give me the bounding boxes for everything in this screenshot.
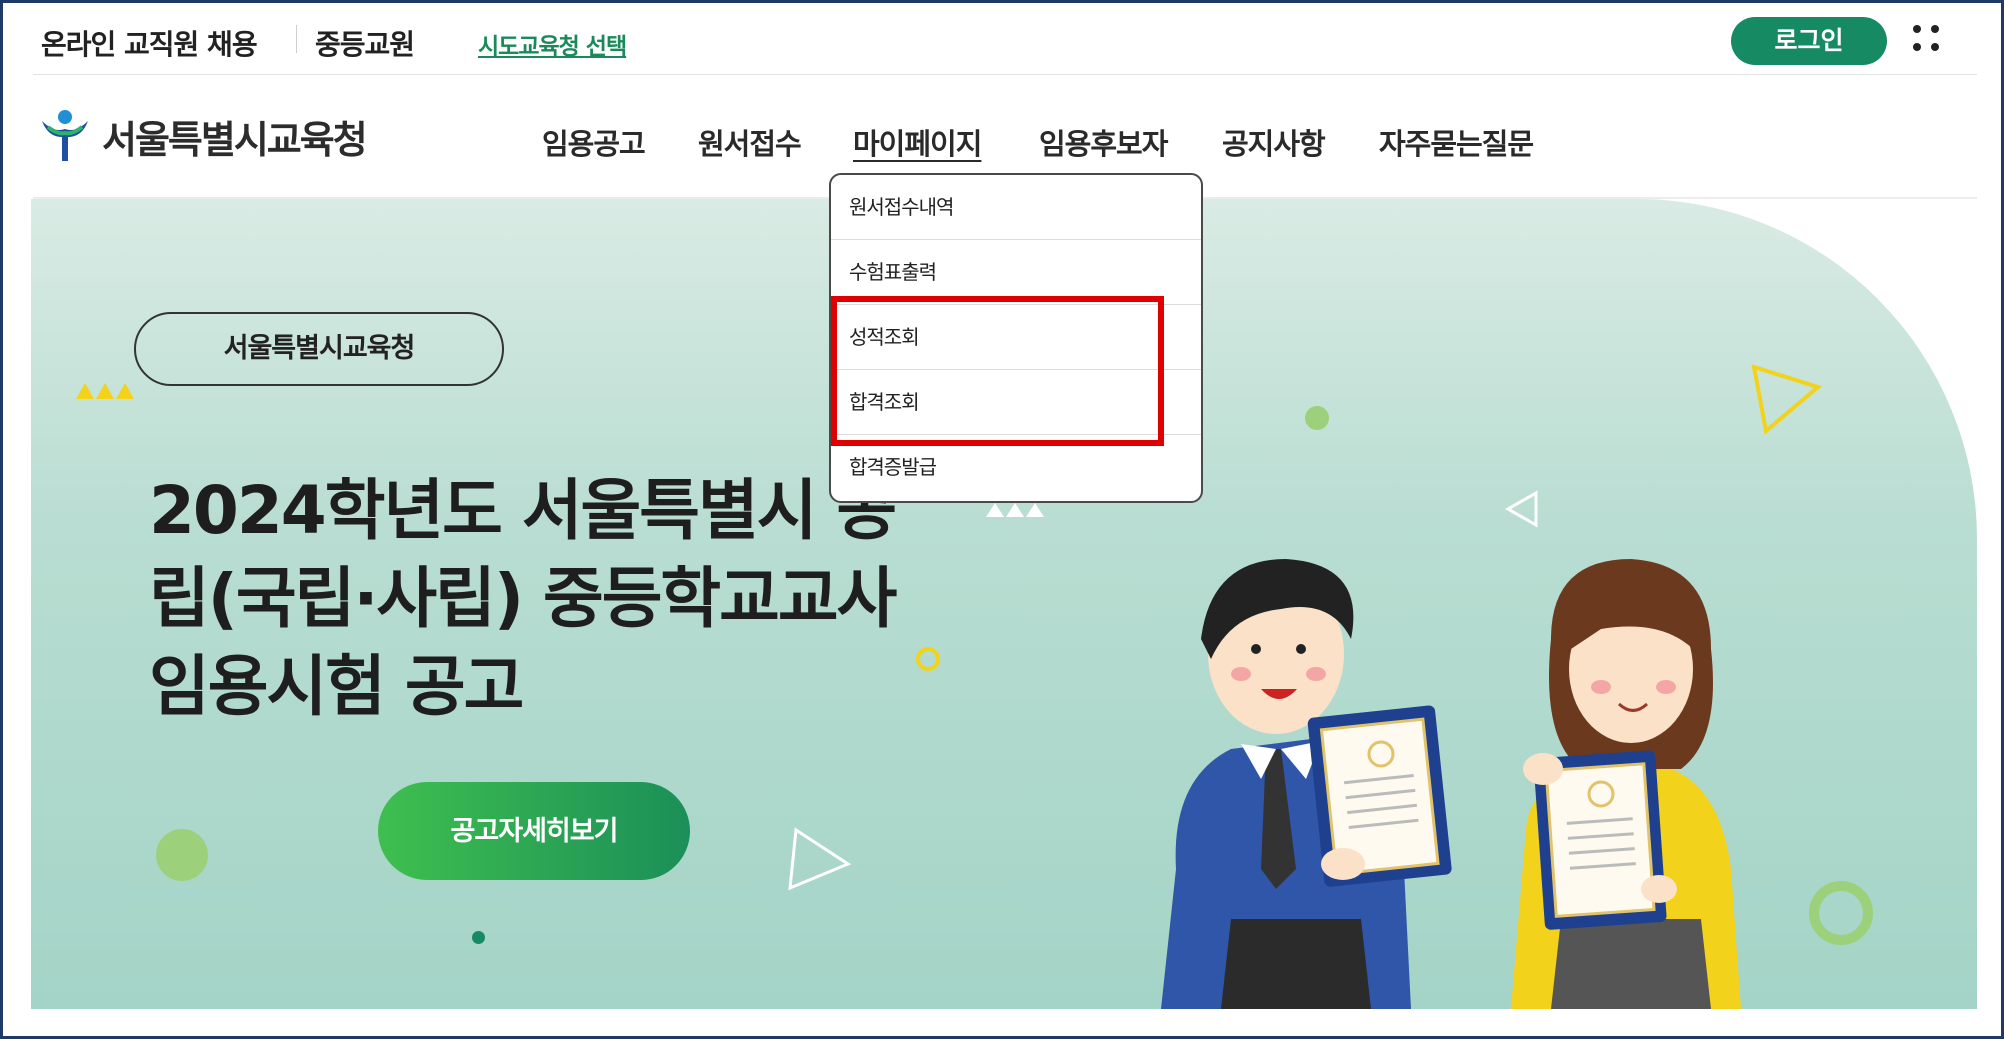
nav-item-application[interactable]: 원서접수 bbox=[698, 121, 802, 163]
view-details-button[interactable]: 공고자세히보기 bbox=[378, 782, 690, 880]
nav-item-notice[interactable]: 임용공고 bbox=[542, 121, 646, 163]
hero-title-line-3: 임용시험 공고 bbox=[149, 648, 524, 725]
mypage-dropdown-menu: 원서접수내역 수험표출력 성적조회 합격조회 합격증발급 bbox=[829, 173, 1203, 503]
grid-dots-icon[interactable] bbox=[1913, 25, 1941, 55]
site-logo[interactable]: 서울특별시교육청 bbox=[38, 107, 368, 165]
title-divider bbox=[296, 25, 297, 53]
nav-item-announcements[interactable]: 공지사항 bbox=[1222, 121, 1326, 163]
site-title: 온라인 교직원 채용 bbox=[41, 28, 258, 61]
white-triangle-large-icon bbox=[788, 827, 852, 891]
nav-item-candidates[interactable]: 임용후보자 bbox=[1039, 121, 1168, 163]
logo-text: 서울특별시교육청 bbox=[102, 117, 368, 162]
yellow-triangles-icon bbox=[76, 383, 134, 399]
login-button[interactable]: 로그인 bbox=[1731, 17, 1887, 65]
page-frame: 온라인 교직원 채용 중등교원 시도교육청 선택 로그인 서울특별시교육청 임용… bbox=[0, 0, 2004, 1039]
green-circle-decoration bbox=[156, 829, 208, 881]
menu-item-application-history[interactable]: 원서접수내역 bbox=[831, 175, 1201, 240]
hero-title-line-2: 립(국립·사립) 중등학교교사 bbox=[149, 560, 897, 637]
nav-item-faq[interactable]: 자주묻는질문 bbox=[1379, 121, 1534, 163]
nav-item-mypage[interactable]: 마이페이지 bbox=[853, 121, 982, 163]
seoul-education-logo-icon bbox=[42, 110, 88, 161]
site-subtitle: 중등교원 bbox=[315, 28, 415, 61]
hero-title: 2024학년도 서울특별시 공 립(국립·사립) 중등학교교사 임용시험 공고 bbox=[149, 467, 969, 731]
green-dot-decoration bbox=[1305, 406, 1329, 430]
hero-badge: 서울특별시교육청 bbox=[134, 312, 504, 386]
menu-item-score-inquiry[interactable]: 성적조회 bbox=[831, 305, 1201, 370]
slide-indicator-dot[interactable] bbox=[472, 931, 485, 944]
menu-item-print-admission-ticket[interactable]: 수험표출력 bbox=[831, 240, 1201, 305]
teachers-illustration bbox=[1161, 559, 1741, 1009]
menu-item-pass-certificate[interactable]: 합격증발급 bbox=[831, 435, 1201, 500]
menu-item-pass-inquiry[interactable]: 합격조회 bbox=[831, 370, 1201, 435]
yellow-triangle-outline-icon bbox=[1751, 364, 1823, 435]
top-utility-bar: 온라인 교직원 채용 중등교원 시도교육청 선택 로그인 bbox=[33, 17, 1977, 75]
region-select-link[interactable]: 시도교육청 선택 bbox=[478, 27, 627, 61]
